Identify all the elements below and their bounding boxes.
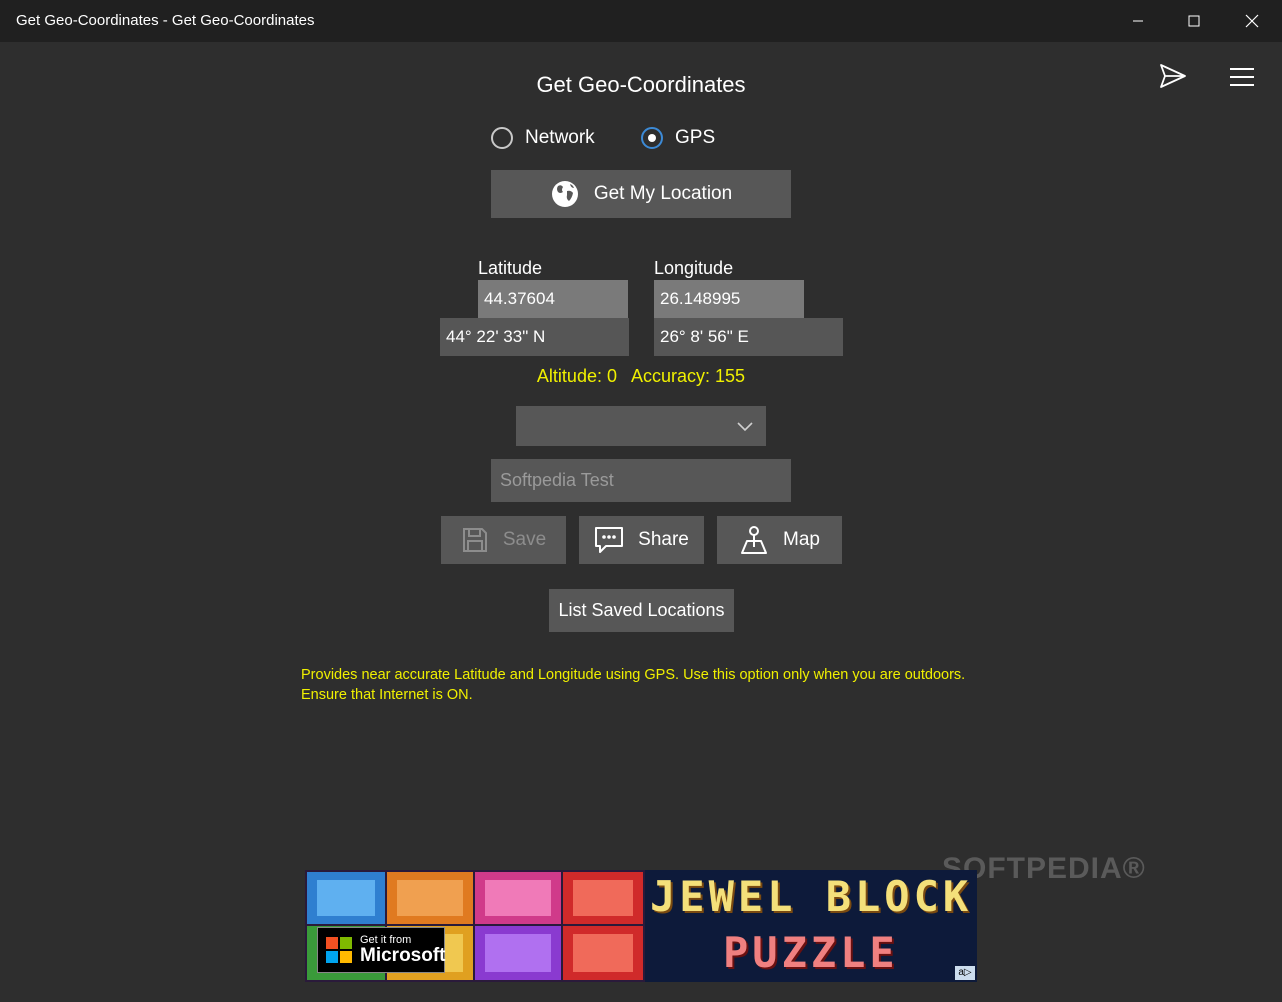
- longitude-dms-field[interactable]: 26° 8' 56" E: [654, 318, 843, 356]
- minimize-icon: [1133, 20, 1143, 22]
- radio-gps[interactable]: GPS: [641, 124, 715, 152]
- share-chat-icon: [595, 527, 624, 553]
- share-button[interactable]: Share: [579, 516, 704, 564]
- radio-network-label: Network: [525, 127, 595, 148]
- location-dropdown[interactable]: [516, 406, 766, 446]
- close-button[interactable]: [1224, 0, 1280, 42]
- maximize-icon: [1188, 15, 1200, 27]
- page-title: Get Geo-Coordinates: [536, 72, 746, 97]
- save-button[interactable]: Save: [441, 516, 566, 564]
- radio-gps-circle[interactable]: [641, 127, 663, 149]
- map-pin-icon: [741, 526, 768, 554]
- latitude-decimal-field[interactable]: 44.37604: [478, 280, 628, 318]
- ad-title-line2: PUZZLE: [723, 928, 899, 977]
- radio-gps-label: GPS: [675, 127, 716, 148]
- accuracy-value: Accuracy: 155: [631, 366, 746, 386]
- get-my-location-button[interactable]: Get My Location: [491, 170, 791, 218]
- save-label: Save: [502, 529, 547, 550]
- badge-line2: Microsoft: [360, 945, 446, 966]
- menu-button[interactable]: [1228, 64, 1258, 92]
- info-text: Provides near accurate Latitude and Long…: [301, 667, 966, 703]
- close-icon: [1245, 14, 1259, 28]
- ad-title-line1: JEWEL BLOCK: [650, 872, 973, 921]
- send-button[interactable]: [1158, 62, 1190, 92]
- save-floppy-icon: [462, 528, 487, 552]
- microsoft-logo-icon: [326, 937, 352, 963]
- minimize-button[interactable]: [1110, 0, 1166, 42]
- window-title: Get Geo-Coordinates - Get Geo-Coordinate…: [16, 12, 315, 29]
- longitude-label: Longitude: [654, 258, 734, 278]
- ad-choices-icon[interactable]: a▷: [955, 966, 975, 980]
- get-my-location-label: Get My Location: [593, 183, 733, 204]
- map-label: Map: [783, 529, 820, 550]
- longitude-decimal-field[interactable]: 26.148995: [654, 280, 804, 318]
- altitude-accuracy-status: Altitude: 0 Accuracy: 155: [441, 366, 841, 387]
- maximize-button[interactable]: [1166, 0, 1222, 42]
- latitude-label: Latitude: [478, 258, 543, 278]
- location-name-input[interactable]: [491, 459, 791, 502]
- ad-banner[interactable]: JEWEL BLOCK PUZZLE Get it from Microsoft…: [305, 870, 977, 982]
- radio-network-circle[interactable]: [491, 127, 513, 149]
- send-icon: [1160, 64, 1186, 88]
- list-saved-locations-button[interactable]: List Saved Locations: [549, 589, 734, 632]
- chevron-down-icon: [737, 422, 753, 432]
- latitude-dms-field[interactable]: 44° 22' 33" N: [440, 318, 629, 356]
- globe-icon: [551, 181, 578, 207]
- map-button[interactable]: Map: [717, 516, 842, 564]
- hamburger-menu-icon: [1230, 68, 1254, 86]
- share-label: Share: [638, 529, 689, 550]
- get-it-from-microsoft-badge[interactable]: Get it from Microsoft: [317, 927, 446, 973]
- radio-network[interactable]: Network: [491, 124, 595, 152]
- altitude-value: Altitude: 0: [536, 366, 617, 386]
